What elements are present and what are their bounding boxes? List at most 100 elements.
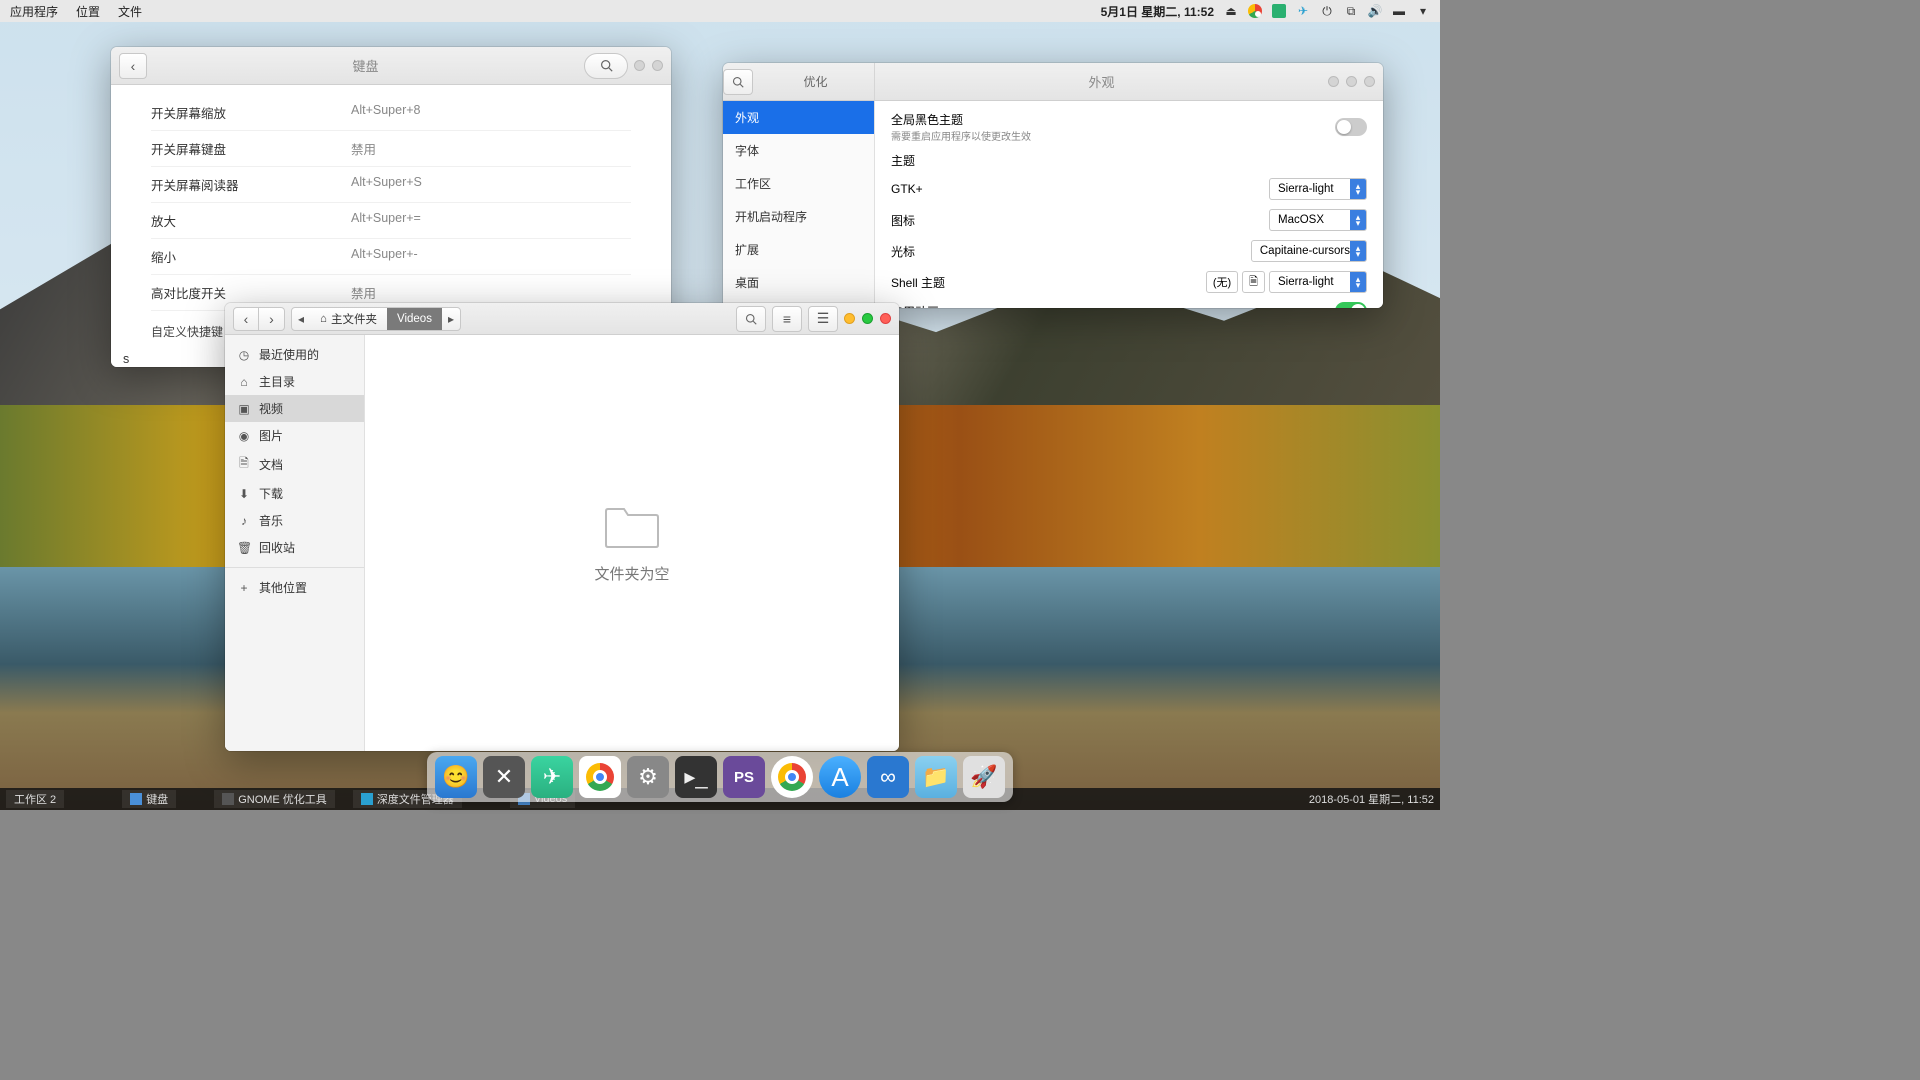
path-home[interactable]: ⌂主文件夹 bbox=[310, 308, 387, 330]
sidebar-item-home[interactable]: ⌂主目录 bbox=[225, 368, 364, 395]
chrome-tray-icon[interactable] bbox=[1248, 4, 1262, 18]
dropdown-icon[interactable]: ▾ bbox=[1416, 4, 1430, 18]
shell-file-button[interactable]: 🗎 bbox=[1242, 271, 1265, 293]
sidebar-item-extensions[interactable]: 扩展 bbox=[723, 233, 874, 266]
sidebar-item-downloads[interactable]: ⬇下载 bbox=[225, 480, 364, 507]
hamburger-button[interactable]: ☰ bbox=[808, 306, 838, 332]
power-icon[interactable]: ⏻ bbox=[1320, 4, 1334, 18]
animations-switch[interactable] bbox=[1335, 302, 1367, 308]
shortcut-value[interactable]: Alt+Super+= bbox=[351, 211, 421, 230]
dock-terminal[interactable]: ▸_ bbox=[675, 756, 717, 798]
titlebar[interactable]: 优化 外观 bbox=[723, 63, 1383, 101]
shortcut-label: 开关屏幕缩放 bbox=[151, 103, 351, 122]
camera-icon: ◉ bbox=[237, 429, 251, 443]
shell-dropdown[interactable]: Sierra-light▴▾ bbox=[1269, 271, 1367, 293]
task-keyboard[interactable]: 键盘 bbox=[122, 790, 176, 808]
window-control[interactable] bbox=[652, 60, 663, 71]
window-control[interactable] bbox=[1364, 76, 1375, 87]
eject-icon[interactable]: ⏏ bbox=[1224, 4, 1238, 18]
icon-dropdown[interactable]: MacOSX▴▾ bbox=[1269, 209, 1367, 231]
menu-applications[interactable]: 应用程序 bbox=[10, 3, 58, 20]
dock-launcher[interactable]: 🚀 bbox=[963, 756, 1005, 798]
dock-settings[interactable]: ⚙ bbox=[627, 756, 669, 798]
sidebar-item-appearance[interactable]: 外观 bbox=[723, 101, 874, 134]
shortcut-label: 缩小 bbox=[151, 247, 351, 266]
music-icon: ♪ bbox=[237, 514, 251, 528]
shell-label: Shell 主题 bbox=[891, 274, 945, 291]
shortcut-value[interactable]: Alt+Super+8 bbox=[351, 103, 421, 122]
path-prev-button[interactable]: ◂ bbox=[292, 308, 310, 330]
window-control[interactable] bbox=[1328, 76, 1339, 87]
shortcut-value[interactable]: Alt+Super+S bbox=[351, 175, 422, 194]
plus-icon: + bbox=[237, 581, 251, 595]
empty-message: 文件夹为空 bbox=[594, 563, 669, 584]
folder-empty-icon bbox=[604, 503, 660, 549]
nav-back-button[interactable]: ‹ bbox=[233, 307, 259, 331]
sidebar-item-recent[interactable]: ◷最近使用的 bbox=[225, 341, 364, 368]
sidebar-item-videos[interactable]: ▣视频 bbox=[225, 395, 364, 422]
sidebar-item-fonts[interactable]: 字体 bbox=[723, 134, 874, 167]
minimize-button[interactable] bbox=[844, 313, 855, 324]
dock-phpstorm[interactable]: PS bbox=[723, 756, 765, 798]
cursor-dropdown[interactable]: Capitaine-cursors▴▾ bbox=[1251, 240, 1367, 262]
shortcut-value[interactable]: 禁用 bbox=[351, 283, 376, 302]
shortcut-value[interactable]: 禁用 bbox=[351, 139, 376, 158]
window-control[interactable] bbox=[634, 60, 645, 71]
sidebar-item-documents[interactable]: 🗎文档 bbox=[225, 449, 364, 480]
search-button[interactable] bbox=[736, 306, 766, 332]
menu-files[interactable]: 文件 bbox=[118, 3, 142, 20]
clock-text[interactable]: 5月1日 星期二, 11:52 bbox=[1101, 3, 1214, 20]
dock-telegram[interactable]: ✈ bbox=[531, 756, 573, 798]
home-icon: ⌂ bbox=[237, 375, 251, 389]
titlebar[interactable]: ‹ › ◂ ⌂主文件夹 Videos ▸ ≡ ☰ bbox=[225, 303, 899, 335]
view-list-button[interactable]: ≡ bbox=[772, 306, 802, 332]
dock-vscode[interactable]: ∞ bbox=[867, 756, 909, 798]
sidebar-item-startup[interactable]: 开机启动程序 bbox=[723, 200, 874, 233]
dock-appstore[interactable]: A bbox=[819, 756, 861, 798]
search-icon bbox=[600, 59, 613, 72]
cursor-label: 光标 bbox=[891, 243, 915, 260]
sidebar-item-workspaces[interactable]: 工作区 bbox=[723, 167, 874, 200]
files-content[interactable]: 文件夹为空 bbox=[365, 335, 899, 751]
document-icon: 🗎 bbox=[237, 454, 251, 475]
tweaks-sidebar: 外观 字体 工作区 开机启动程序 扩展 桌面 电源 bbox=[723, 101, 875, 308]
shell-none-chip[interactable]: (无) bbox=[1206, 271, 1238, 293]
task-tweaks[interactable]: GNOME 优化工具 bbox=[214, 790, 335, 808]
sidebar-item-trash[interactable]: 🗑回收站 bbox=[225, 534, 364, 561]
dock-app[interactable]: ✕ bbox=[483, 756, 525, 798]
titlebar[interactable]: ‹ 键盘 bbox=[111, 47, 671, 85]
maximize-button[interactable] bbox=[862, 313, 873, 324]
dock-chrome[interactable] bbox=[579, 756, 621, 798]
wifi-icon[interactable]: ⧉ bbox=[1344, 4, 1358, 18]
workspace-switcher[interactable]: 工作区 2 bbox=[6, 790, 64, 808]
telegram-tray-icon[interactable]: ✈ bbox=[1296, 4, 1310, 18]
dark-theme-sublabel: 需要重启应用程序以使更改生效 bbox=[891, 128, 1031, 143]
window-control[interactable] bbox=[1346, 76, 1357, 87]
volume-icon[interactable]: 🔊 bbox=[1368, 4, 1382, 18]
menu-places[interactable]: 位置 bbox=[76, 3, 100, 20]
dark-theme-switch[interactable] bbox=[1335, 118, 1367, 136]
dock-files[interactable]: 📁 bbox=[915, 756, 957, 798]
close-button[interactable] bbox=[880, 313, 891, 324]
sidebar-item-pictures[interactable]: ◉图片 bbox=[225, 422, 364, 449]
search-button[interactable] bbox=[584, 53, 628, 79]
nav-forward-button[interactable]: › bbox=[259, 307, 285, 331]
sidebar-item-other[interactable]: +其他位置 bbox=[225, 574, 364, 601]
path-videos[interactable]: Videos bbox=[387, 308, 442, 330]
dock-finder[interactable]: 😊 bbox=[435, 756, 477, 798]
sidebar-item-desktop[interactable]: 桌面 bbox=[723, 266, 874, 299]
shortcut-value[interactable]: Alt+Super+- bbox=[351, 247, 418, 266]
trash-icon: 🗑 bbox=[237, 541, 251, 555]
app-icon bbox=[130, 793, 142, 805]
video-icon: ▣ bbox=[237, 402, 251, 416]
taskbar-clock[interactable]: 2018-05-01 星期二, 11:52 bbox=[1309, 791, 1434, 807]
path-next-button[interactable]: ▸ bbox=[442, 308, 460, 330]
battery-icon[interactable]: ▬ bbox=[1392, 4, 1406, 18]
search-button[interactable] bbox=[723, 69, 753, 95]
sidebar-item-music[interactable]: ♪音乐 bbox=[225, 507, 364, 534]
back-button[interactable]: ‹ bbox=[119, 53, 147, 79]
dock-chrome-2[interactable] bbox=[771, 756, 813, 798]
tray-icon-green[interactable] bbox=[1272, 4, 1286, 18]
gtk-dropdown[interactable]: Sierra-light▴▾ bbox=[1269, 178, 1367, 200]
window-files: ‹ › ◂ ⌂主文件夹 Videos ▸ ≡ ☰ ◷最近使用的 ⌂主目录 ▣视频… bbox=[225, 303, 899, 751]
